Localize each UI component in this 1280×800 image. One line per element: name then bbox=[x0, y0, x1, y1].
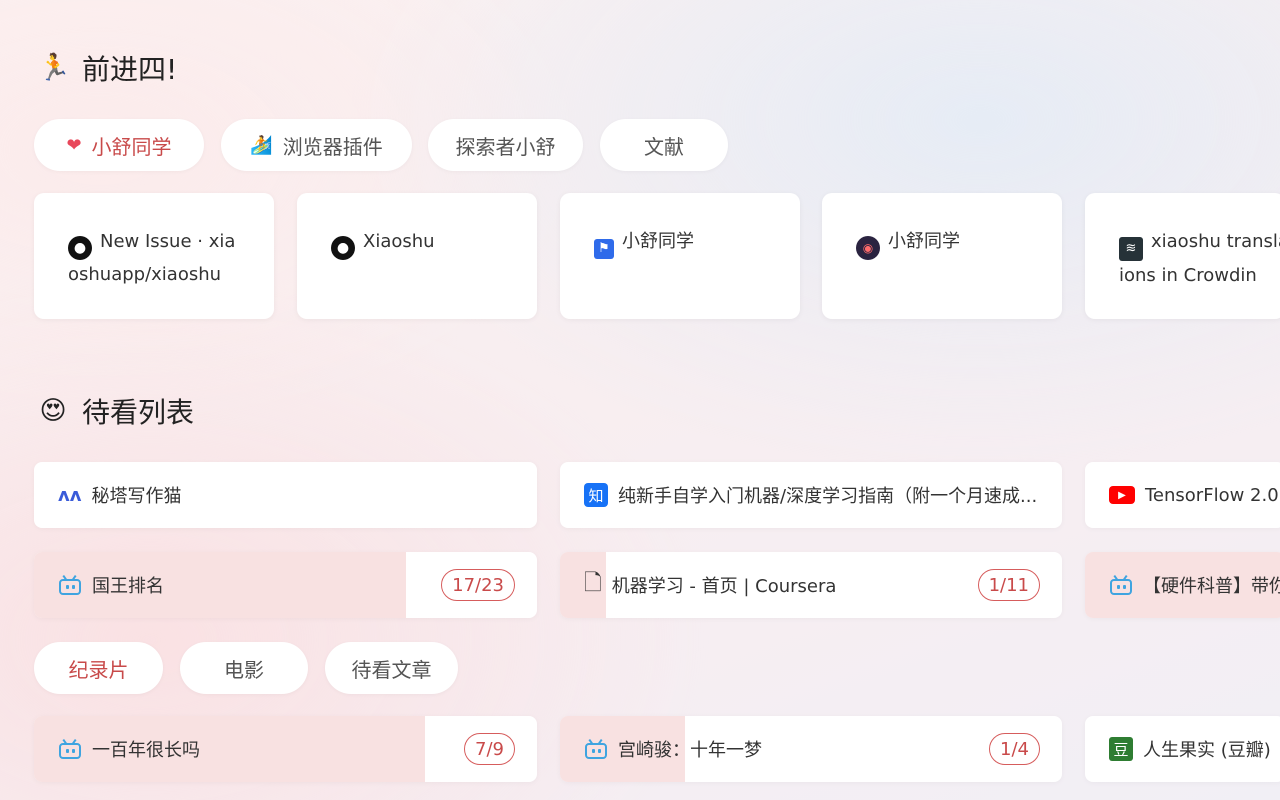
tab-label: 待看文章 bbox=[351, 657, 432, 682]
section-title-watchlist: 😍 待看列表 bbox=[38, 391, 194, 431]
bookmark-card[interactable]: ◉ 小舒同学 bbox=[822, 193, 1062, 319]
tab-browser-extension[interactable]: 🏄 浏览器插件 bbox=[221, 119, 412, 171]
bilibili-icon bbox=[584, 738, 608, 759]
document-icon: 🗋 bbox=[584, 571, 602, 596]
card-title-cont: oshuapp/xiaoshu bbox=[68, 264, 222, 285]
surfer-icon: 🏄 bbox=[250, 134, 273, 156]
list-item[interactable]: 宫崎骏：十年一梦 1/4 bbox=[560, 716, 1062, 782]
tab-label: 文献 bbox=[644, 134, 684, 159]
list-item[interactable]: 知 纯新手自学入门机器/深度学习指南（附一个月速成... bbox=[560, 462, 1062, 528]
bilibili-icon bbox=[1109, 574, 1133, 595]
card-title-cont: ions in Crowdin bbox=[1119, 265, 1257, 286]
card-title: xiaoshu transla bbox=[1151, 231, 1280, 252]
bookmark-card[interactable]: ● New Issue · xia oshuapp/xiaoshu bbox=[34, 193, 274, 319]
list-item[interactable]: ▶ TensorFlow 2.0 C bbox=[1085, 462, 1280, 528]
item-label: 【硬件科普】带你 bbox=[1143, 576, 1280, 597]
tab-label: 电影 bbox=[224, 657, 264, 682]
item-label: TensorFlow 2.0 C bbox=[1145, 484, 1280, 506]
crowdin-icon: ≋ bbox=[1119, 237, 1143, 261]
item-label: 纯新手自学入门机器/深度学习指南（附一个月速成... bbox=[618, 486, 1038, 507]
github-icon: ● bbox=[68, 236, 92, 260]
heart-icon: ❤ bbox=[66, 134, 82, 156]
progress-badge: 17/23 bbox=[441, 569, 515, 601]
card-title: Xiaoshu bbox=[363, 231, 435, 252]
item-label: 一百年很长吗 bbox=[92, 740, 200, 761]
card-title: 小舒同学 bbox=[888, 231, 960, 252]
progress-badge: 1/4 bbox=[989, 733, 1040, 765]
bookmark-card[interactable]: ≋ xiaoshu transla ions in Crowdin bbox=[1085, 193, 1280, 319]
card-title: New Issue · xia bbox=[100, 231, 236, 252]
tab-explorer[interactable]: 探索者小舒 bbox=[428, 119, 583, 171]
card-title: 小舒同学 bbox=[622, 231, 694, 252]
progress-badge: 7/9 bbox=[464, 733, 515, 765]
section-title-text: 前进四! bbox=[82, 53, 178, 86]
xiaoshu-flag-icon: ⚑ bbox=[594, 239, 614, 259]
xiaoshu-app-icon: ◉ bbox=[856, 236, 880, 260]
tab-literature[interactable]: 文献 bbox=[600, 119, 728, 171]
github-icon: ● bbox=[331, 236, 355, 260]
list-item[interactable]: ʌʌ 秘塔写作猫 bbox=[34, 462, 537, 528]
item-label: 国王排名 bbox=[92, 576, 164, 597]
progress-badge: 1/11 bbox=[977, 569, 1040, 601]
youtube-icon: ▶ bbox=[1109, 486, 1135, 504]
tab-articles[interactable]: 待看文章 bbox=[325, 642, 458, 694]
tab-label: 浏览器插件 bbox=[282, 134, 383, 159]
list-item[interactable]: 国王排名 17/23 bbox=[34, 552, 537, 618]
bilibili-icon bbox=[58, 574, 82, 595]
section-title-forward: 🏃 前进四! bbox=[38, 48, 177, 88]
list-item[interactable]: 豆 人生果实 (豆瓣) bbox=[1085, 716, 1280, 782]
tab-label: 小舒同学 bbox=[91, 134, 172, 159]
tab-documentary[interactable]: 纪录片 bbox=[34, 642, 163, 694]
bookmark-card[interactable]: ● Xiaoshu bbox=[297, 193, 537, 319]
item-label: 秘塔写作猫 bbox=[91, 486, 182, 507]
section-title-text: 待看列表 bbox=[82, 396, 195, 429]
zhihu-icon: 知 bbox=[584, 483, 608, 507]
tab-label: 纪录片 bbox=[68, 657, 129, 682]
douban-icon: 豆 bbox=[1109, 737, 1133, 761]
heart-eyes-emoji-icon: 😍 bbox=[39, 396, 67, 426]
tab-movies[interactable]: 电影 bbox=[180, 642, 308, 694]
item-label: 机器学习 - 首页 | Coursera bbox=[611, 576, 837, 597]
list-item[interactable]: 一百年很长吗 7/9 bbox=[34, 716, 537, 782]
list-item[interactable]: 🗋 机器学习 - 首页 | Coursera 1/11 bbox=[560, 552, 1062, 618]
runner-emoji-icon: 🏃 bbox=[38, 53, 71, 83]
mita-icon: ʌʌ bbox=[58, 484, 82, 506]
bilibili-icon bbox=[58, 738, 82, 759]
tab-xiaoshu[interactable]: ❤ 小舒同学 bbox=[34, 119, 204, 171]
tab-label: 探索者小舒 bbox=[455, 134, 556, 159]
bookmark-card[interactable]: ⚑ 小舒同学 bbox=[560, 193, 800, 319]
item-label: 人生果实 (豆瓣) bbox=[1143, 740, 1271, 761]
list-item[interactable]: 【硬件科普】带你 bbox=[1085, 552, 1280, 618]
item-label: 宫崎骏：十年一梦 bbox=[618, 740, 762, 761]
